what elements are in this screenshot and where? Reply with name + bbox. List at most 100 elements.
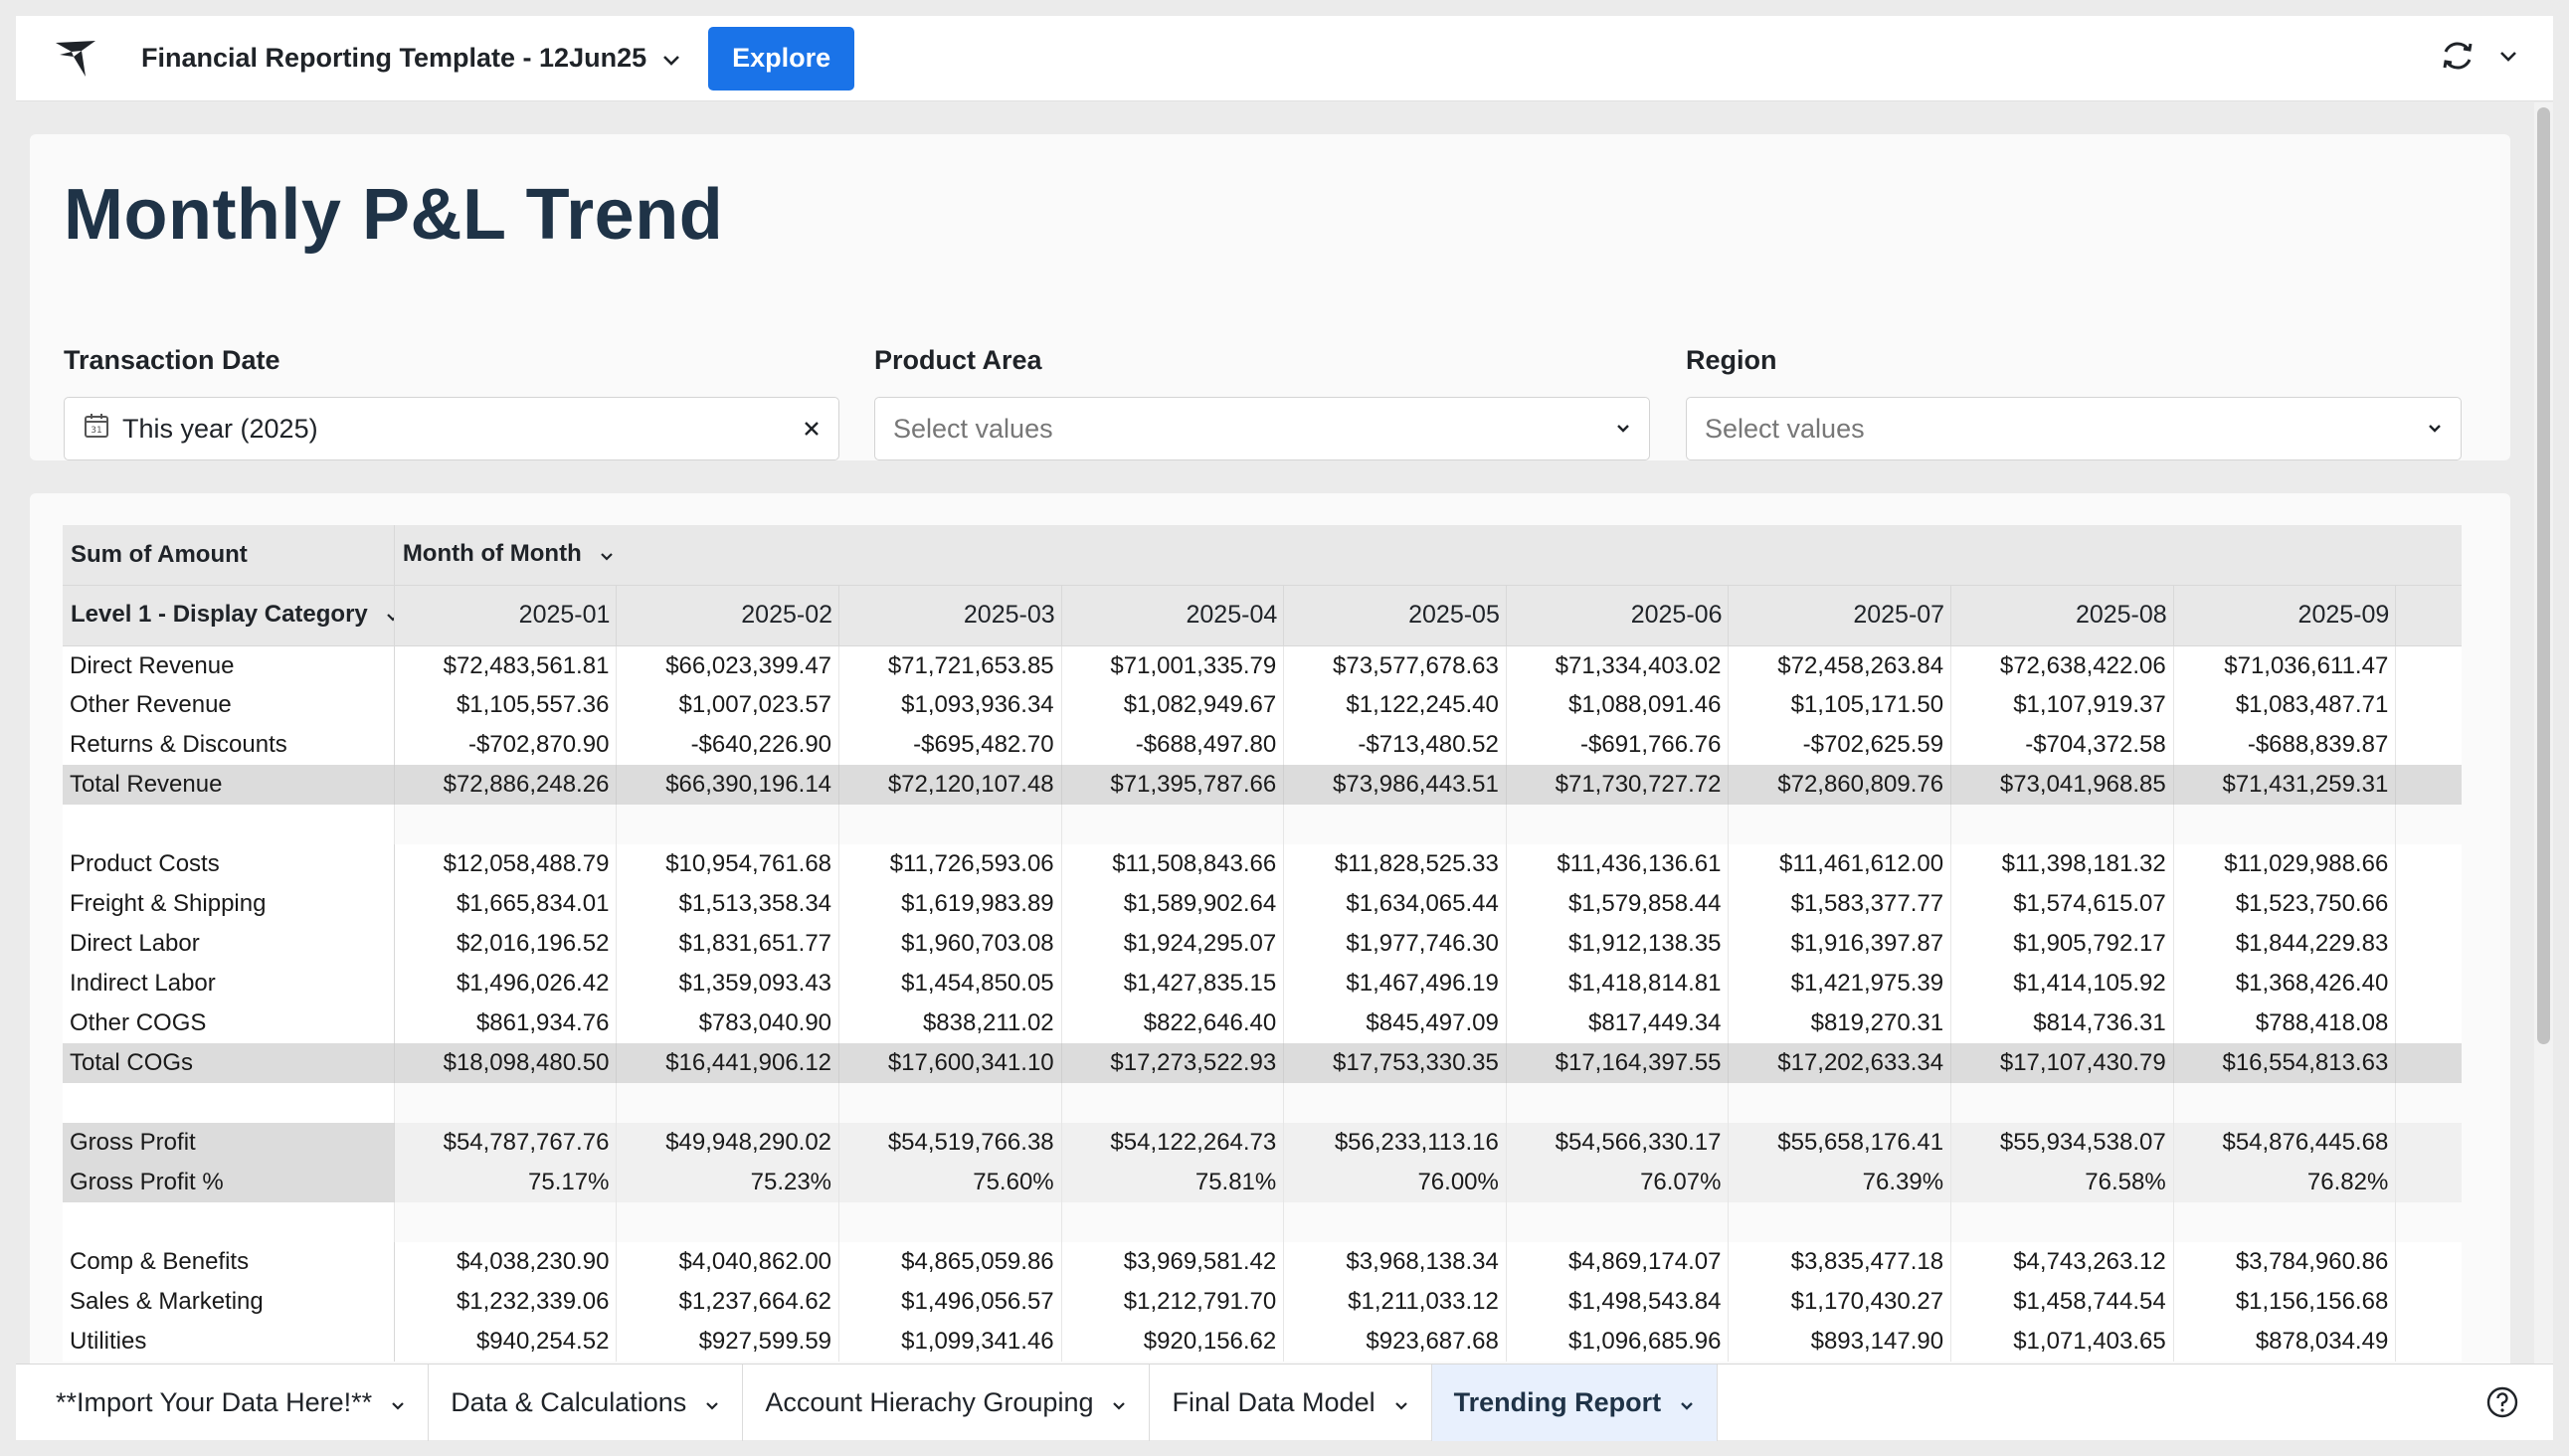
tab-trending-report[interactable]: Trending Report [1431, 1365, 1719, 1441]
value-cell[interactable] [1061, 1083, 1285, 1123]
value-cell[interactable]: $56,233,113.16 [1283, 1123, 1507, 1163]
row-label[interactable]: Freight & Shipping [63, 884, 395, 924]
value-cell[interactable]: $1,105,557.36 [394, 685, 618, 725]
value-cell[interactable] [2173, 1202, 2397, 1242]
value-cell[interactable]: $2,016,196.52 [394, 924, 618, 964]
value-cell[interactable]: $1,905,792.17 [1950, 924, 2174, 964]
value-cell[interactable]: -$691,766.76 [1506, 725, 1730, 765]
chevron-down-icon[interactable] [704, 1387, 720, 1418]
value-cell[interactable]: $72,860,809.76 [1728, 765, 1952, 805]
value-cell[interactable] [1950, 1202, 2174, 1242]
value-cell[interactable]: $1,844,229.83 [2173, 924, 2397, 964]
value-cell[interactable]: 75.17% [394, 1163, 618, 1202]
value-cell[interactable]: $1,523,750.66 [2173, 884, 2397, 924]
value-cell[interactable]: $11,398,181.32 [1950, 844, 2174, 884]
value-cell[interactable]: $1,237,664.62 [616, 1282, 840, 1322]
month-column-header[interactable]: 2025-10 [2395, 585, 2462, 646]
value-cell[interactable]: $3,832,733 [2395, 1242, 2462, 1282]
value-cell[interactable]: -$702,625.59 [1728, 725, 1952, 765]
value-cell[interactable]: $927,599.59 [616, 1322, 840, 1362]
value-cell[interactable]: $55,934,538.07 [1950, 1123, 2174, 1163]
value-cell[interactable]: $71,431,259.31 [2173, 765, 2397, 805]
row-label[interactable] [63, 1083, 395, 1123]
value-cell[interactable] [1728, 1083, 1952, 1123]
value-cell[interactable]: $1,574,615.07 [1950, 884, 2174, 924]
value-cell[interactable]: $17,164,397.55 [1506, 1043, 1730, 1083]
value-cell[interactable]: -$695,482.70 [838, 725, 1062, 765]
value-cell[interactable]: -$640,226.90 [616, 725, 840, 765]
value-cell[interactable]: $819,270.31 [1728, 1003, 1952, 1043]
value-cell[interactable]: $1,122,245.40 [1283, 685, 1507, 725]
value-cell[interactable] [2173, 805, 2397, 844]
value-cell[interactable] [394, 1083, 618, 1123]
value-cell[interactable] [616, 805, 840, 844]
value-cell[interactable]: $1,578,566 [2395, 884, 2462, 924]
help-circle-icon[interactable] [2485, 1365, 2519, 1440]
explore-button[interactable]: Explore [708, 26, 855, 91]
value-cell[interactable] [394, 1202, 618, 1242]
value-cell[interactable] [2395, 1202, 2462, 1242]
value-cell[interactable]: $814,736.31 [1950, 1003, 2174, 1043]
refresh-options-chevron-icon[interactable] [2499, 50, 2517, 68]
value-cell[interactable] [1283, 805, 1507, 844]
month-column-header[interactable]: 2025-01 [394, 585, 618, 646]
value-cell[interactable]: $4,038,230.90 [394, 1242, 618, 1282]
row-label[interactable]: Total Revenue [63, 765, 395, 805]
value-cell[interactable]: $72,458,263.84 [1728, 645, 1952, 685]
value-cell[interactable]: $838,211.02 [838, 1003, 1062, 1043]
value-cell[interactable]: $1,096,685.96 [1506, 1322, 1730, 1362]
value-cell[interactable]: $1,127,664 [2395, 685, 2462, 725]
value-cell[interactable]: -$702,870.90 [394, 725, 618, 765]
value-cell[interactable]: 76.58% [1950, 1163, 2174, 1202]
value-cell[interactable]: $1,083,487.71 [2173, 685, 2397, 725]
value-cell[interactable]: $17,273,522.93 [1061, 1043, 1285, 1083]
value-cell[interactable]: $10,954,761.68 [616, 844, 840, 884]
tab-account-hierachy-grouping[interactable]: Account Hierachy Grouping [743, 1365, 1151, 1441]
value-cell[interactable]: $1,454,850.05 [838, 964, 1062, 1003]
value-cell[interactable] [838, 805, 1062, 844]
value-cell[interactable]: $16,441,906.12 [616, 1043, 840, 1083]
value-cell[interactable]: $1,417,654 [2395, 964, 2462, 1003]
value-cell[interactable] [2173, 1083, 2397, 1123]
value-cell[interactable]: $4,743,263.12 [1950, 1242, 2174, 1282]
value-cell[interactable]: $11,426,782 [2395, 844, 2462, 884]
sigma-bird-logo-icon[interactable] [48, 31, 103, 87]
value-cell[interactable] [1061, 805, 1285, 844]
value-cell[interactable]: 76.07% [1506, 1163, 1730, 1202]
value-cell[interactable]: $73,986,443.51 [1283, 765, 1507, 805]
row-dimension-header[interactable]: Level 1 - Display Category [63, 585, 395, 646]
value-cell[interactable]: $72,886,248.26 [394, 765, 618, 805]
value-cell[interactable]: $12,058,488.79 [394, 844, 618, 884]
value-cell[interactable] [1506, 1083, 1730, 1123]
value-cell[interactable]: $1,513,358.34 [616, 884, 840, 924]
vertical-scrollbar-thumb[interactable] [2537, 107, 2550, 1044]
value-cell[interactable]: $1,910,574 [2395, 924, 2462, 964]
value-cell[interactable]: $66,390,196.14 [616, 765, 840, 805]
value-cell[interactable]: $1,498,543.84 [1506, 1282, 1730, 1322]
value-cell[interactable] [838, 1083, 1062, 1123]
value-cell[interactable]: -$688,839.87 [2173, 725, 2397, 765]
month-column-header[interactable]: 2025-07 [1728, 585, 1952, 646]
month-column-header[interactable]: 2025-03 [838, 585, 1062, 646]
value-cell[interactable]: $11,726,593.06 [838, 844, 1062, 884]
value-cell[interactable]: $11,436,136.61 [1506, 844, 1730, 884]
value-cell[interactable]: $1,427,835.15 [1061, 964, 1285, 1003]
value-cell[interactable]: 75.23% [616, 1163, 840, 1202]
value-cell[interactable]: $816,780 [2395, 1003, 2462, 1043]
row-label[interactable] [63, 805, 395, 844]
value-cell[interactable]: $1,619,983.89 [838, 884, 1062, 924]
month-column-header[interactable]: 2025-09 [2173, 585, 2397, 646]
value-cell[interactable]: $1,421,975.39 [1728, 964, 1952, 1003]
value-cell[interactable]: 76.00% [1283, 1163, 1507, 1202]
value-cell[interactable]: $1,071,403.65 [1950, 1322, 2174, 1362]
value-cell[interactable]: $1,924,295.07 [1061, 924, 1285, 964]
value-cell[interactable]: $11,828,525.33 [1283, 844, 1507, 884]
value-cell[interactable]: 75.81% [1061, 1163, 1285, 1202]
value-cell[interactable]: $54,876,445.68 [2173, 1123, 2397, 1163]
row-label[interactable]: Total COGs [63, 1043, 395, 1083]
close-icon[interactable] [803, 420, 821, 438]
value-cell[interactable] [2395, 1083, 2462, 1123]
value-cell[interactable]: $54,566,330.17 [1506, 1123, 1730, 1163]
value-cell[interactable]: $54,519,766.38 [838, 1123, 1062, 1163]
row-label[interactable] [63, 1202, 395, 1242]
